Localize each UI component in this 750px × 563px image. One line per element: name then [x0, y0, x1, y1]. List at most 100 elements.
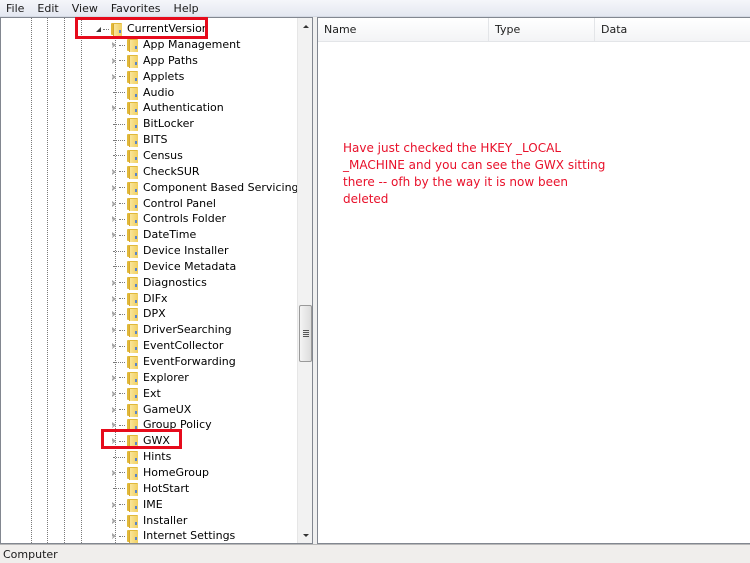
- tree-connector: [119, 504, 125, 506]
- tree-node-device-installer[interactable]: Device Installer: [109, 243, 229, 259]
- tree-connector: [119, 520, 125, 521]
- folder-icon: [126, 482, 139, 496]
- tree-node-label: GameUX: [143, 402, 192, 416]
- expand-arrow-icon[interactable]: [109, 528, 119, 543]
- expand-arrow-icon[interactable]: [109, 53, 119, 69]
- scroll-up-arrow-icon[interactable]: [298, 18, 312, 34]
- expand-arrow-icon[interactable]: [109, 386, 119, 402]
- tree-node-label: Authentication: [143, 101, 224, 115]
- tree-node-explorer[interactable]: Explorer: [109, 370, 189, 386]
- tree-node-label: EventCollector: [143, 339, 224, 353]
- expand-arrow-icon[interactable]: [109, 402, 119, 418]
- folder-icon: [126, 307, 139, 322]
- tree-connector: [119, 345, 125, 347]
- expand-arrow-icon[interactable]: [109, 306, 119, 322]
- tree-vertical-scrollbar[interactable]: [297, 18, 312, 543]
- tree-guide-line: [81, 18, 82, 543]
- tree-node-applets[interactable]: Applets: [109, 69, 184, 85]
- tree-connector: [119, 44, 125, 46]
- menu-edit[interactable]: Edit: [31, 0, 65, 17]
- expand-arrow-icon[interactable]: [109, 322, 119, 338]
- tree-node-internet-settings[interactable]: Internet Settings: [109, 528, 235, 543]
- column-header-type[interactable]: Type: [489, 18, 595, 42]
- folder-icon: [126, 149, 139, 163]
- tree-node-difx[interactable]: DIFx: [109, 291, 168, 307]
- tree-connector: [119, 424, 125, 426]
- expand-arrow-icon[interactable]: [109, 196, 119, 212]
- tree-node-eventcollector[interactable]: EventCollector: [109, 338, 223, 354]
- tree-node-app-paths[interactable]: App Paths: [109, 53, 198, 69]
- tree-connector: [119, 329, 125, 331]
- tree-connector: [119, 472, 125, 474]
- tree-node-authentication[interactable]: Authentication: [109, 100, 224, 116]
- tree-connector: [119, 218, 125, 220]
- tree-node-homegroup[interactable]: HomeGroup: [109, 465, 209, 481]
- tree-connector: [119, 298, 125, 300]
- menu-favorites[interactable]: Favorites: [105, 0, 168, 17]
- tree-node-control-panel[interactable]: Control Panel: [109, 196, 216, 212]
- scroll-down-arrow-icon[interactable]: [298, 527, 312, 543]
- tree-node-app-management[interactable]: App Management: [109, 37, 240, 53]
- scroll-thumb[interactable]: [299, 305, 312, 362]
- expand-arrow-icon[interactable]: [109, 69, 119, 85]
- tree-node-installer[interactable]: Installer: [109, 513, 187, 529]
- menu-file[interactable]: File: [0, 0, 31, 17]
- tree-node-label: Audio: [143, 85, 175, 99]
- folder-icon: [126, 387, 139, 401]
- expand-arrow-icon[interactable]: [109, 164, 119, 180]
- folder-icon: [126, 244, 139, 259]
- column-header-data[interactable]: Data: [595, 18, 750, 42]
- tree-node-hints[interactable]: Hints: [109, 449, 171, 465]
- folder-icon: [126, 529, 139, 543]
- expand-arrow-icon[interactable]: [109, 465, 119, 481]
- tree-node-label: Installer: [143, 513, 188, 527]
- tree-node-label: CheckSUR: [143, 164, 200, 178]
- tree-node-ext[interactable]: Ext: [109, 386, 161, 402]
- tree-node-label: Diagnostics: [143, 275, 207, 289]
- expand-arrow-icon[interactable]: [109, 275, 119, 291]
- tree-connector: [119, 203, 125, 204]
- tree-connector: [119, 187, 125, 189]
- tree-node-device-metadata[interactable]: Device Metadata: [109, 259, 236, 275]
- tree-node-controls-folder[interactable]: Controls Folder: [109, 211, 226, 227]
- tree-node-dpx[interactable]: DPX: [109, 306, 166, 322]
- tree-node-ime[interactable]: IME: [109, 497, 163, 513]
- menu-view[interactable]: View: [66, 0, 105, 17]
- tree-node-eventforwarding[interactable]: EventForwarding: [109, 354, 236, 370]
- menu-bar: File Edit View Favorites Help: [0, 0, 750, 17]
- expand-arrow-icon[interactable]: [109, 180, 119, 196]
- expand-arrow-icon[interactable]: [109, 513, 119, 529]
- expand-arrow-icon[interactable]: [109, 37, 119, 53]
- expand-arrow-icon[interactable]: [109, 211, 119, 227]
- folder-icon: [126, 260, 139, 274]
- tree-node-component-based-servicing[interactable]: Component Based Servicing: [109, 180, 299, 196]
- tree-node-gameux[interactable]: GameUX: [109, 402, 191, 418]
- folder-icon: [126, 498, 139, 512]
- menu-help[interactable]: Help: [168, 0, 206, 17]
- tree-node-driversearching[interactable]: DriverSearching: [109, 322, 232, 338]
- tree-node-bits[interactable]: BITS: [109, 132, 168, 148]
- folder-icon: [126, 292, 139, 306]
- column-header-name[interactable]: Name: [318, 18, 489, 42]
- tree-node-hotstart[interactable]: HotStart: [109, 481, 189, 497]
- expand-arrow-icon[interactable]: [109, 100, 119, 116]
- tree-connector: [119, 282, 125, 284]
- tree-node-label: DIFx: [143, 291, 168, 305]
- tree-node-audio[interactable]: Audio: [109, 85, 174, 101]
- expand-arrow-icon[interactable]: [109, 497, 119, 513]
- tree-connector: [119, 60, 125, 62]
- tree-node-checksur[interactable]: CheckSUR: [109, 164, 200, 180]
- tree-node-label: Device Metadata: [143, 259, 237, 273]
- tree-node-label: EventForwarding: [143, 355, 236, 368]
- expand-arrow-icon[interactable]: [109, 370, 119, 386]
- expand-arrow-icon[interactable]: [109, 338, 119, 354]
- expand-arrow-icon[interactable]: [109, 291, 119, 307]
- tree-node-datetime[interactable]: DateTime: [109, 227, 196, 243]
- tree-node-bitlocker[interactable]: BitLocker: [109, 116, 194, 132]
- tree-node-census[interactable]: Census: [109, 148, 183, 164]
- folder-icon: [126, 403, 139, 417]
- expand-arrow-icon[interactable]: [109, 227, 119, 243]
- tree-node-diagnostics[interactable]: Diagnostics: [109, 275, 207, 291]
